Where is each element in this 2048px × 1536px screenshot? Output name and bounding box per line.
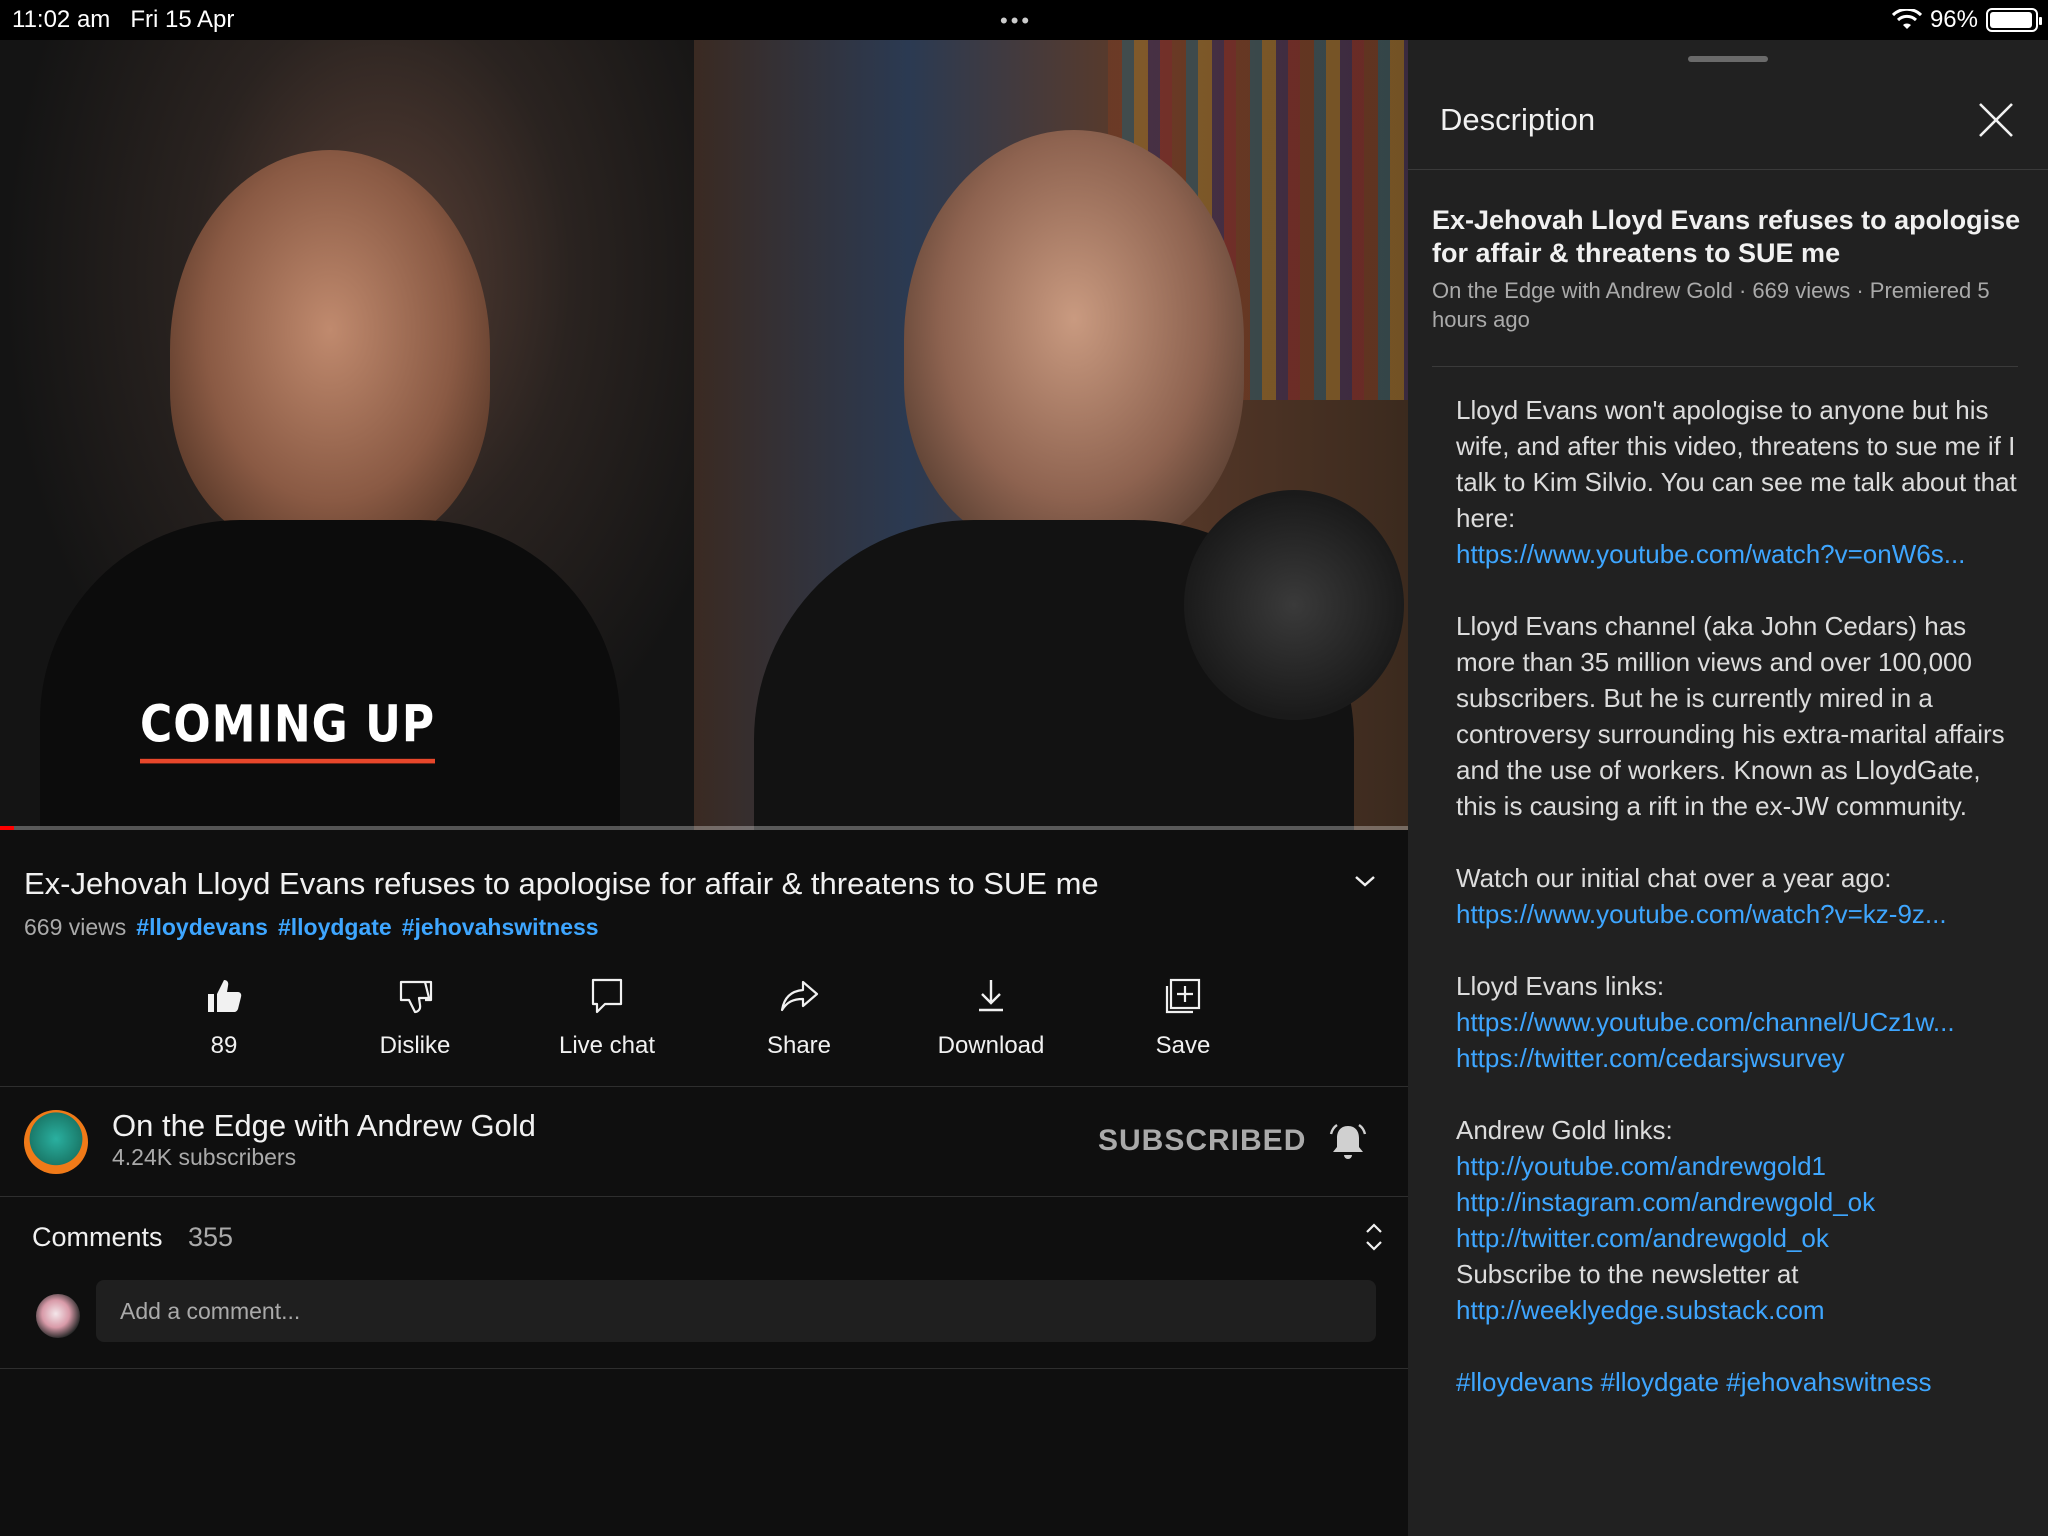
channel-avatar[interactable] xyxy=(24,1110,88,1174)
description-hashtags[interactable]: #lloydevans #lloydgate #jehovahswitness xyxy=(1456,1364,2026,1400)
view-count: 669 views xyxy=(24,914,127,940)
live-chat-button[interactable]: Live chat xyxy=(517,974,697,1060)
description-link[interactable]: https://www.youtube.com/channel/UCz1w... xyxy=(1456,1004,2026,1040)
description-title: Ex-Jehovah Lloyd Evans refuses to apolog… xyxy=(1432,205,2021,268)
add-comment-input[interactable] xyxy=(96,1280,1376,1342)
share-label: Share xyxy=(766,1032,832,1059)
save-label: Save xyxy=(1155,1032,1211,1059)
microphone xyxy=(1184,490,1404,720)
chevron-down-icon[interactable] xyxy=(1350,866,1380,896)
video-player[interactable]: COMING UP xyxy=(0,40,1408,830)
links-label: Lloyd Evans links: xyxy=(1456,971,1665,1001)
save-button[interactable]: Save xyxy=(1093,974,1273,1060)
description-panel: Description Ex-Jehovah Lloyd Evans refus… xyxy=(1408,40,2048,1536)
dislike-label: Dislike xyxy=(379,1032,451,1059)
battery-percent: 96% xyxy=(1929,6,1978,33)
status-bar: 11:02 am Fri 15 Apr ••• 96% xyxy=(0,0,2048,40)
description-header: Description xyxy=(1408,70,2048,170)
links-label: Andrew Gold links: xyxy=(1456,1115,1673,1145)
live-chat-label: Live chat xyxy=(558,1032,656,1059)
like-button[interactable]: 89 xyxy=(134,974,314,1060)
paragraph-text: Watch our initial chat over a year ago: xyxy=(1456,863,1892,893)
thumbs-up-icon xyxy=(208,980,242,1012)
description-link[interactable]: https://twitter.com/cedarsjwsurvey xyxy=(1456,1040,2026,1076)
hashtag[interactable]: #lloydevans xyxy=(136,914,268,941)
add-to-playlist-icon xyxy=(1165,978,1201,1014)
dislike-button[interactable]: Dislike xyxy=(325,974,505,1060)
status-right: 96% xyxy=(1891,6,2042,34)
guest-face xyxy=(904,130,1244,550)
battery-icon xyxy=(1986,8,2042,32)
description-link[interactable]: http://twitter.com/andrewgold_ok xyxy=(1456,1220,2026,1256)
chat-icon xyxy=(591,978,623,1014)
description-meta: On the Edge with Andrew Gold · 669 views… xyxy=(1432,278,1990,332)
comments-section[interactable]: Comments 355 xyxy=(0,1196,1408,1368)
description-paragraph: Lloyd Evans channel (aka John Cedars) ha… xyxy=(1456,611,2005,821)
user-avatar xyxy=(36,1294,80,1338)
host-face xyxy=(170,150,490,550)
channel-name[interactable]: On the Edge with Andrew Gold xyxy=(112,1108,536,1144)
download-icon xyxy=(979,980,1003,1012)
video-left-pane: COMING UP xyxy=(0,40,694,830)
comments-label: Comments xyxy=(32,1222,163,1252)
subscribed-button[interactable]: SUBSCRIBED xyxy=(1098,1124,1306,1158)
description-link[interactable]: http://instagram.com/andrewgold_ok xyxy=(1456,1184,2026,1220)
description-separator xyxy=(1432,366,2018,367)
close-icon[interactable] xyxy=(1974,98,2018,142)
share-icon xyxy=(780,980,819,1012)
progress-played xyxy=(0,826,15,830)
lloyd-links: Lloyd Evans links: https://www.youtube.c… xyxy=(1456,968,2026,1076)
hashtag[interactable]: #jehovahswitness xyxy=(402,914,599,941)
host-body xyxy=(40,520,620,830)
description-paragraph: Watch our initial chat over a year ago: … xyxy=(1456,860,2026,932)
description-link[interactable]: http://youtube.com/andrewgold1 xyxy=(1456,1148,2026,1184)
divider xyxy=(0,1086,1408,1087)
download-label: Download xyxy=(937,1032,1045,1059)
notification-bell-icon[interactable] xyxy=(1326,1120,1370,1164)
drag-handle[interactable] xyxy=(1688,56,1768,62)
divider xyxy=(0,1368,1408,1369)
hashtag[interactable]: #lloydgate xyxy=(278,914,392,941)
video-progress-bar[interactable] xyxy=(0,826,1408,830)
multitasking-dots[interactable]: ••• xyxy=(1000,8,1032,34)
download-button[interactable]: Download xyxy=(901,974,1081,1060)
video-meta: 669 views #lloydevans #lloydgate #jehova… xyxy=(24,914,599,941)
description-link[interactable]: https://www.youtube.com/watch?v=kz-9z... xyxy=(1456,896,2026,932)
video-title[interactable]: Ex-Jehovah Lloyd Evans refuses to apolog… xyxy=(24,866,1324,902)
description-link[interactable]: https://www.youtube.com/watch?v=onW6s... xyxy=(1456,536,2026,572)
description-paragraph: Lloyd Evans won't apologise to anyone bu… xyxy=(1456,392,2026,572)
newsletter-text: Subscribe to the newsletter at xyxy=(1456,1259,1799,1289)
expand-collapse-icon[interactable] xyxy=(1360,1220,1388,1254)
status-time: 11:02 am Fri 15 Apr xyxy=(12,6,235,33)
channel-row[interactable]: On the Edge with Andrew Gold 4.24K subsc… xyxy=(0,1090,1408,1196)
paragraph-text: Lloyd Evans won't apologise to anyone bu… xyxy=(1456,395,2017,533)
share-button[interactable]: Share xyxy=(709,974,889,1060)
andrew-links: Andrew Gold links: http://youtube.com/an… xyxy=(1456,1112,2026,1328)
coming-up-overlay: COMING UP xyxy=(140,696,436,764)
video-right-pane xyxy=(694,40,1408,830)
description-header-title: Description xyxy=(1440,102,1596,137)
description-body: Lloyd Evans won't apologise to anyone bu… xyxy=(1456,392,2026,1436)
wifi-icon xyxy=(1891,9,1922,29)
subscriber-count: 4.24K subscribers xyxy=(112,1144,297,1170)
like-count: 89 xyxy=(210,1032,238,1059)
description-link[interactable]: http://weeklyedge.substack.com xyxy=(1456,1295,1825,1325)
thumbs-down-icon xyxy=(399,980,433,1014)
comments-count: 355 xyxy=(188,1222,234,1252)
action-bar: 89 Dislike Live chat Share Download Save xyxy=(0,974,1408,1074)
